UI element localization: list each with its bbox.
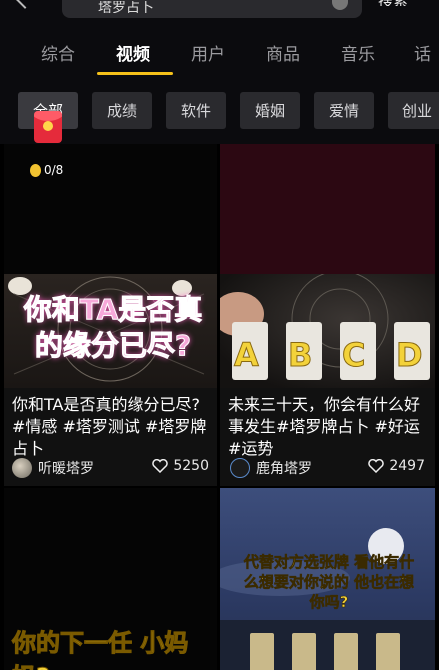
clear-icon[interactable] [332,0,348,10]
like-count[interactable]: 5250 [152,458,209,474]
video-author[interactable]: 鹿角塔罗 [230,458,312,478]
chip-startup[interactable]: 创业 [388,92,439,129]
option-c-label: C [341,336,366,375]
filter-chips: 全部 成绩 软件 婚姻 爱情 创业 [0,84,439,144]
heart-icon [368,459,385,473]
chip-grades[interactable]: 成绩 [92,92,152,129]
like-count[interactable]: 2497 [368,458,425,474]
video-thumbnail: 你和TA是否真的缘分已尽? [4,274,217,388]
tab-video[interactable]: 视频 [116,40,150,65]
heart-icon [152,459,169,473]
tab-music[interactable]: 音乐 [341,40,375,65]
option-d-label: D [396,336,424,375]
option-b-label: B [287,336,313,375]
video-thumbnail-maroon [220,144,435,274]
video-card[interactable]: 你和TA是否真的缘分已尽? 你和TA是否真的缘分已尽?#情感 #塔罗测试 #塔罗… [4,144,217,486]
option-a-label: A [234,336,260,375]
video-title: 你和TA是否真的缘分已尽?#情感 #塔罗测试 #塔罗牌占卜 [12,395,207,458]
video-card[interactable]: A B C D 未来三十天，你会有什么好事发生#塔罗牌占卜 #好运 #运势 鹿角… [220,144,435,486]
avatar [12,458,32,478]
chip-marriage[interactable]: 婚姻 [240,92,300,129]
tab-users[interactable]: 用户 [191,40,225,65]
chip-software[interactable]: 软件 [166,92,226,129]
video-card[interactable]: 你的下一任 小妈妈? [4,488,217,670]
like-number: 2497 [389,458,425,474]
tab-products[interactable]: 商品 [266,40,300,65]
avatar [230,458,250,478]
gold-coin-icon [30,163,41,177]
thumbnail-caption: 你和TA是否真的缘分已尽? [23,293,203,363]
red-packet-icon[interactable] [34,111,62,143]
video-author[interactable]: 听暖塔罗 [12,458,94,478]
chip-love[interactable]: 爱情 [314,92,374,129]
back-arrow-icon[interactable] [15,0,35,9]
author-name: 鹿角塔罗 [256,461,312,477]
tab-topics[interactable]: 话 [414,40,431,65]
reward-progress-text: 0/8 [44,163,64,177]
result-tabs: 综合 视频 用户 商品 音乐 话 [0,22,439,84]
author-name: 听暖塔罗 [38,461,94,477]
search-query: 塔罗占卜 [98,1,154,13]
tab-comprehensive[interactable]: 综合 [41,40,75,65]
reward-progress: 0/8 [30,163,63,177]
thumbnail-caption: 代替对方选张牌 看他有什么想要对你说的 他也在想你吗? [243,553,415,612]
active-tab-indicator [97,72,173,75]
thumbnail-caption: 你的下一任 小妈妈? [12,629,189,670]
coin-icon [43,121,53,131]
search-button[interactable]: 搜索 [378,0,408,6]
video-card[interactable]: 代替对方选张牌 看他有什么想要对你说的 他也在想你吗? [220,488,435,670]
like-number: 5250 [173,458,209,474]
search-input[interactable]: 塔罗占卜 [62,0,362,18]
search-bar: 塔罗占卜 搜索 [0,0,439,22]
video-thumbnail: A B C D [220,270,435,388]
video-title: 未来三十天，你会有什么好事发生#塔罗牌占卜 #好运 #运势 [228,395,421,458]
